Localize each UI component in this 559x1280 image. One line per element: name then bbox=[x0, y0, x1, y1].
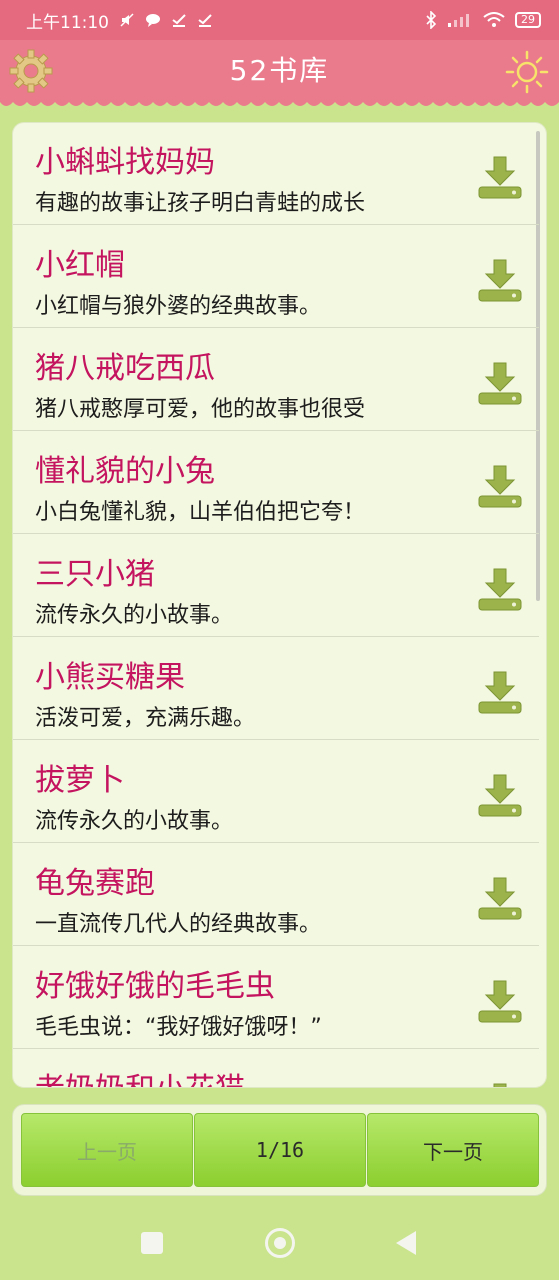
download-icon[interactable] bbox=[475, 359, 525, 407]
gear-icon[interactable] bbox=[8, 48, 54, 94]
clock: 上午11:10 bbox=[26, 12, 109, 33]
story-description: 流传永久的小故事。 bbox=[35, 603, 234, 628]
wifi-icon bbox=[483, 12, 505, 27]
list-item[interactable]: 老奶奶和小花猫 bbox=[13, 1050, 539, 1088]
story-description: 活泼可爱，充满乐趣。 bbox=[35, 706, 256, 731]
check-icon bbox=[198, 14, 212, 27]
story-description: 猪八戒憨厚可爱，他的故事也很受 bbox=[35, 397, 366, 422]
story-title: 拔萝卜 bbox=[35, 763, 125, 798]
download-icon[interactable] bbox=[475, 462, 525, 510]
story-description: 有趣的故事让孩子明白青蛙的成长 bbox=[35, 191, 366, 216]
download-icon[interactable] bbox=[475, 1080, 525, 1088]
battery-indicator: 29 bbox=[515, 12, 541, 28]
download-icon[interactable] bbox=[475, 565, 525, 613]
status-bar: 上午11:10 29 bbox=[0, 0, 559, 40]
mute-icon bbox=[120, 13, 134, 27]
home-button[interactable] bbox=[265, 1228, 295, 1258]
story-description: 小白兔懂礼貌，山羊伯伯把它夸！ bbox=[35, 500, 366, 525]
bluetooth-icon bbox=[426, 11, 437, 29]
story-title: 三只小猪 bbox=[35, 557, 155, 592]
story-title: 小蝌蚪找妈妈 bbox=[35, 145, 215, 180]
story-list[interactable]: 小蝌蚪找妈妈有趣的故事让孩子明白青蛙的成长小红帽小红帽与狼外婆的经典故事。猪八戒… bbox=[12, 122, 547, 1088]
story-description: 小红帽与狼外婆的经典故事。 bbox=[35, 294, 322, 319]
recents-button[interactable] bbox=[141, 1232, 163, 1254]
download-icon[interactable] bbox=[475, 256, 525, 304]
pager: 上一页 1/16 下一页 bbox=[12, 1104, 547, 1196]
story-description: 流传永久的小故事。 bbox=[35, 809, 234, 834]
prev-page-button[interactable]: 上一页 bbox=[21, 1113, 193, 1187]
download-icon[interactable] bbox=[475, 153, 525, 201]
system-nav-bar bbox=[0, 1200, 559, 1280]
story-title: 猪八戒吃西瓜 bbox=[35, 351, 215, 386]
download-icon[interactable] bbox=[475, 874, 525, 922]
list-item[interactable]: 三只小猪流传永久的小故事。 bbox=[13, 535, 539, 637]
story-title: 龟兔赛跑 bbox=[35, 866, 155, 901]
download-icon[interactable] bbox=[475, 771, 525, 819]
list-item[interactable]: 猪八戒吃西瓜猪八戒憨厚可爱，他的故事也很受 bbox=[13, 329, 539, 431]
chat-icon bbox=[146, 14, 160, 27]
list-item[interactable]: 好饿好饿的毛毛虫毛毛虫说：“我好饿好饿呀！” bbox=[13, 947, 539, 1049]
story-title: 好饿好饿的毛毛虫 bbox=[35, 969, 275, 1004]
check-icon bbox=[172, 14, 186, 27]
next-page-button[interactable]: 下一页 bbox=[367, 1113, 539, 1187]
list-item[interactable]: 小红帽小红帽与狼外婆的经典故事。 bbox=[13, 226, 539, 328]
page-indicator: 1/16 bbox=[194, 1113, 366, 1187]
story-title: 小红帽 bbox=[35, 248, 125, 283]
list-item[interactable]: 拔萝卜流传永久的小故事。 bbox=[13, 741, 539, 843]
list-item[interactable]: 小蝌蚪找妈妈有趣的故事让孩子明白青蛙的成长 bbox=[13, 123, 539, 225]
page-title: 52书库 bbox=[229, 54, 330, 87]
list-item[interactable]: 龟兔赛跑一直流传几代人的经典故事。 bbox=[13, 844, 539, 946]
sun-icon[interactable] bbox=[503, 46, 551, 94]
title-bar: 52书库 bbox=[0, 40, 559, 98]
list-item[interactable]: 懂礼貌的小兔小白兔懂礼貌，山羊伯伯把它夸！ bbox=[13, 432, 539, 534]
story-description: 毛毛虫说：“我好饿好饿呀！” bbox=[35, 1015, 322, 1040]
title-wave-border bbox=[0, 98, 559, 106]
download-icon[interactable] bbox=[475, 668, 525, 716]
status-right: 29 bbox=[425, 11, 541, 29]
story-title: 小熊买糖果 bbox=[35, 660, 185, 695]
download-icon[interactable] bbox=[475, 977, 525, 1025]
status-left: 上午11:10 bbox=[26, 8, 213, 33]
story-title: 老奶奶和小花猫 bbox=[35, 1064, 245, 1087]
back-button[interactable] bbox=[396, 1231, 416, 1255]
story-title: 懂礼貌的小兔 bbox=[35, 454, 215, 489]
signal-icon bbox=[448, 14, 469, 27]
story-description: 一直流传几代人的经典故事。 bbox=[35, 912, 322, 937]
list-item[interactable]: 小熊买糖果活泼可爱，充满乐趣。 bbox=[13, 638, 539, 740]
